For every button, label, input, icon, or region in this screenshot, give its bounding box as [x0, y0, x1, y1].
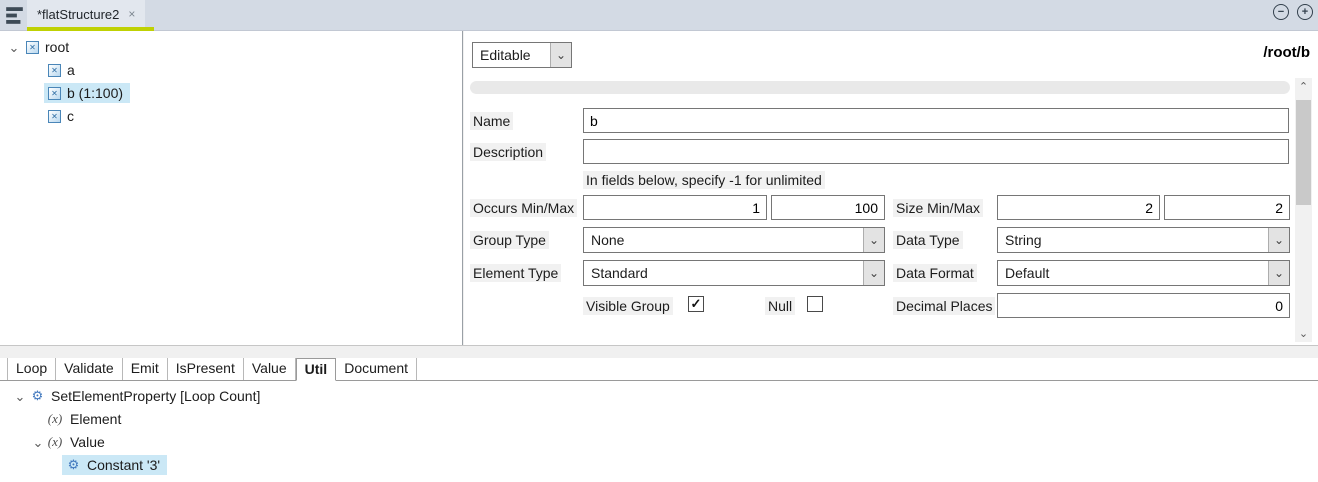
record-node-icon: ✕ — [26, 41, 39, 54]
data-format-label: Data Format — [893, 264, 977, 282]
element-properties-panel: Editable ⌄ /root/b Name Description In f… — [464, 31, 1318, 345]
chevron-down-icon[interactable]: ⌄ — [32, 436, 44, 449]
chevron-down-icon[interactable]: ⌄ — [14, 390, 26, 403]
visible-group-label: Visible Group — [583, 297, 673, 315]
variable-icon: (x) — [46, 434, 64, 450]
tree-label-setelementproperty: SetElementProperty [Loop Count] — [51, 388, 260, 404]
tab-close-icon[interactable]: × — [128, 7, 135, 21]
tree-label-constant: Constant '3' — [87, 457, 160, 473]
tree-row-b[interactable]: ✕ b (1:100) — [0, 82, 462, 104]
chevron-down-icon: ⌄ — [550, 43, 571, 67]
scrollbar-thumb[interactable] — [1296, 100, 1311, 205]
editable-mode-dropdown[interactable]: Editable ⌄ — [472, 42, 572, 68]
description-input[interactable] — [583, 139, 1289, 164]
element-type-value: Standard — [584, 261, 863, 285]
element-path: /root/b — [1263, 44, 1310, 61]
tree-label-value: Value — [70, 434, 105, 450]
size-max-input[interactable] — [1164, 195, 1290, 220]
editor-tab-title: *flatStructure2 — [37, 7, 119, 22]
tab-emit[interactable]: Emit — [123, 358, 168, 380]
horizontal-scrollbar[interactable] — [470, 81, 1290, 94]
group-type-dropdown[interactable]: None ⌄ — [583, 227, 885, 253]
tab-validate[interactable]: Validate — [56, 358, 123, 380]
record-node-icon: ✕ — [48, 64, 61, 77]
maximize-view-icon[interactable]: + — [1297, 4, 1313, 20]
group-type-label: Group Type — [470, 231, 549, 249]
size-min-input[interactable] — [997, 195, 1160, 220]
data-type-label: Data Type — [893, 231, 963, 249]
data-type-value: String — [998, 228, 1268, 252]
horizontal-splitter[interactable] — [0, 345, 1318, 358]
editor-tab-bar: *flatStructure2 × − + — [0, 0, 1318, 31]
tree-label-c: c — [67, 108, 74, 124]
vertical-scrollbar[interactable]: ⌃ ⌄ — [1295, 78, 1312, 342]
conditions-panel: Loop Validate Emit IsPresent Value Util … — [0, 358, 1318, 482]
scroll-down-icon[interactable]: ⌄ — [1295, 325, 1312, 342]
service-icon: ⚙ — [30, 388, 45, 404]
tree-row-c[interactable]: ✕ c — [0, 105, 462, 127]
null-checkbox[interactable] — [807, 296, 823, 312]
data-format-value: Default — [998, 261, 1268, 285]
bottom-tab-bar: Loop Validate Emit IsPresent Value Util … — [0, 358, 1318, 381]
tree-row-value[interactable]: ⌄ (x) Value — [0, 431, 1318, 453]
size-min-max-label: Size Min/Max — [893, 199, 983, 217]
scroll-up-icon[interactable]: ⌃ — [1295, 78, 1312, 95]
name-label: Name — [470, 112, 513, 130]
chevron-down-icon: ⌄ — [863, 261, 884, 285]
selected-row-highlight: ⚙ Constant '3' — [62, 455, 167, 475]
service-icon: ⚙ — [66, 457, 81, 473]
util-expression-tree: ⌄ ⚙ SetElementProperty [Loop Count] (x) … — [0, 381, 1318, 482]
tree-label-element: Element — [70, 411, 121, 427]
flat-structure-icon — [5, 6, 24, 25]
tree-label-root: root — [45, 39, 69, 55]
visible-group-checkbox[interactable]: ✓ — [688, 296, 704, 312]
decimal-places-input[interactable] — [997, 293, 1290, 318]
tree-label-b: b (1:100) — [67, 85, 123, 101]
data-format-dropdown[interactable]: Default ⌄ — [997, 260, 1290, 286]
tree-row-constant[interactable]: ⚙ Constant '3' — [0, 454, 1318, 476]
chevron-down-icon[interactable]: ⌄ — [8, 41, 20, 54]
null-label: Null — [765, 297, 795, 315]
editable-mode-value: Editable — [473, 43, 550, 67]
tab-util[interactable]: Util — [296, 358, 337, 381]
chevron-down-icon: ⌄ — [1268, 228, 1289, 252]
element-type-label: Element Type — [470, 264, 561, 282]
tree-row-setelementproperty[interactable]: ⌄ ⚙ SetElementProperty [Loop Count] — [0, 385, 1318, 407]
flat-structure-editor-window: *flatStructure2 × − + ⌄ ✕ root ✕ a ✕ b (… — [0, 0, 1318, 482]
data-type-dropdown[interactable]: String ⌄ — [997, 227, 1290, 253]
tree-label-a: a — [67, 62, 75, 78]
record-node-icon: ✕ — [48, 110, 61, 123]
unlimited-hint-text: In fields below, specify -1 for unlimite… — [583, 171, 825, 189]
name-input[interactable] — [583, 108, 1289, 133]
decimal-places-label: Decimal Places — [893, 297, 995, 315]
occurs-min-max-label: Occurs Min/Max — [470, 199, 577, 217]
occurs-max-input[interactable] — [771, 195, 885, 220]
tab-loop[interactable]: Loop — [7, 358, 56, 380]
occurs-min-input[interactable] — [583, 195, 767, 220]
tree-row-root[interactable]: ⌄ ✕ root — [0, 36, 462, 58]
chevron-down-icon: ⌄ — [863, 228, 884, 252]
tab-value[interactable]: Value — [244, 358, 296, 380]
selected-row-highlight: ✕ b (1:100) — [44, 83, 130, 103]
minimize-view-icon[interactable]: − — [1273, 4, 1289, 20]
check-icon: ✓ — [691, 296, 702, 312]
variable-icon: (x) — [46, 411, 64, 427]
tab-ispresent[interactable]: IsPresent — [168, 358, 244, 380]
chevron-down-icon: ⌄ — [1268, 261, 1289, 285]
editor-tab-flatstructure2[interactable]: *flatStructure2 × — [27, 0, 145, 28]
group-type-value: None — [584, 228, 863, 252]
record-node-icon: ✕ — [48, 87, 61, 100]
element-type-dropdown[interactable]: Standard ⌄ — [583, 260, 885, 286]
tab-document[interactable]: Document — [336, 358, 417, 380]
tree-row-element[interactable]: (x) Element — [0, 408, 1318, 430]
tree-row-a[interactable]: ✕ a — [0, 59, 462, 81]
structure-tree-panel: ⌄ ✕ root ✕ a ✕ b (1:100) ✕ c — [0, 31, 463, 345]
description-label: Description — [470, 143, 546, 161]
